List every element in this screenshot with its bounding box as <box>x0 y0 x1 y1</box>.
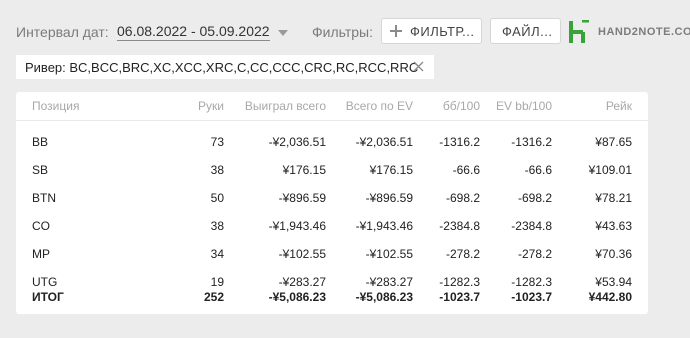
cell-won: -¥283.27 <box>278 275 326 289</box>
column-header-hands[interactable]: Руки <box>156 92 224 121</box>
cell-ev-bb100: -1282.3 <box>511 275 552 289</box>
cell-hands: 38 <box>210 163 224 177</box>
column-header-ev[interactable]: Всего по EV <box>326 92 413 121</box>
cell-position: BB <box>32 135 49 149</box>
river-filter-label: Ривер: BC,BCC,BRC,XC,XCC,XRC,C,CC,CCC,CR… <box>25 59 419 75</box>
hand2note-logo: HAND2NOTE.COM <box>569 20 690 44</box>
cell-won: -¥102.55 <box>278 247 326 261</box>
column-header-won[interactable]: Выиграл всего <box>224 92 326 121</box>
cell-rake: ¥53.94 <box>595 275 632 289</box>
cell-ev-bb100: -698.2 <box>517 191 552 205</box>
cell-rake: ¥78.21 <box>595 191 632 205</box>
cell-ev-bb100: -2384.8 <box>511 219 552 233</box>
total-row: ИТОГ 252 -¥5,086.23 -¥5,086.23 -1023.7 -… <box>16 289 648 304</box>
river-filter-chip: Ривер: BC,BCC,BRC,XC,XCC,XRC,C,CC,CCC,CR… <box>16 55 434 79</box>
hand2note-report-page: Интервал дат: 06.08.2022 - 05.09.2022 Фи… <box>0 0 690 338</box>
cell-won: -¥1,943.46 <box>268 219 326 233</box>
filters-label: Фильтры: <box>312 24 373 40</box>
cell-bb100: -698.2 <box>445 191 480 205</box>
cell-ev: -¥1,943.46 <box>355 219 413 233</box>
cell-ev: -¥102.55 <box>365 247 413 261</box>
filter-button[interactable]: ФИЛЬТР... <box>381 18 482 44</box>
chevron-down-icon[interactable] <box>278 30 288 36</box>
column-header-position[interactable]: Позиция <box>16 92 156 121</box>
hand2note-logo-icon <box>569 20 589 43</box>
position-stats-table: Позиция Руки Выиграл всего Всего по EV б… <box>16 92 648 304</box>
cell-hands: 50 <box>210 191 224 205</box>
cell-bb100: -2384.8 <box>439 219 480 233</box>
cell-bb100: -66.6 <box>452 163 480 177</box>
cell-ev: -¥2,036.51 <box>355 135 413 149</box>
cell-rake: ¥70.36 <box>595 247 632 261</box>
cell-position: CO <box>32 219 50 233</box>
table-row[interactable]: BB 73 -¥2,036.51 -¥2,036.51 -1316.2 -131… <box>16 121 648 149</box>
column-header-ev-bb100[interactable]: EV bb/100 <box>480 92 558 121</box>
total-ev-bb100: -1023.7 <box>511 290 552 304</box>
cell-position: SB <box>32 163 49 177</box>
cell-ev: ¥176.15 <box>369 163 413 177</box>
cell-position: MP <box>32 247 50 261</box>
table-header-row: Позиция Руки Выиграл всего Всего по EV б… <box>16 92 648 121</box>
cell-ev-bb100: -66.6 <box>524 163 552 177</box>
table-row[interactable]: SB 38 ¥176.15 ¥176.15 -66.6 -66.6 ¥109.0… <box>16 149 648 177</box>
date-interval-label: Интервал дат: <box>16 24 109 40</box>
table-row[interactable]: BTN 50 -¥896.59 -¥896.59 -698.2 -698.2 ¥… <box>16 177 648 205</box>
column-header-bb100[interactable]: бб/100 <box>413 92 480 121</box>
cell-bb100: -1316.2 <box>439 135 480 149</box>
cell-won: ¥176.15 <box>282 163 326 177</box>
cell-hands: 38 <box>210 219 224 233</box>
column-header-rake[interactable]: Рейк <box>558 92 648 121</box>
cell-ev-bb100: -1316.2 <box>511 135 552 149</box>
logo-text: HAND2NOTE.COM <box>598 26 690 38</box>
total-position: ИТОГ <box>32 290 64 304</box>
cell-bb100: -1282.3 <box>439 275 480 289</box>
cell-won: -¥896.59 <box>278 191 326 205</box>
table-row[interactable]: CO 38 -¥1,943.46 -¥1,943.46 -2384.8 -238… <box>16 205 648 233</box>
total-won: -¥5,086.23 <box>268 290 326 304</box>
cell-rake: ¥43.63 <box>595 219 632 233</box>
cell-ev-bb100: -278.2 <box>517 247 552 261</box>
cell-rake: ¥87.65 <box>595 135 632 149</box>
filter-button-label: ФИЛЬТР... <box>410 23 475 39</box>
cell-won: -¥2,036.51 <box>268 135 326 149</box>
cell-rake: ¥109.01 <box>588 163 632 177</box>
date-range-selector[interactable]: 06.08.2022 - 05.09.2022 <box>117 23 270 41</box>
close-icon[interactable] <box>413 61 424 72</box>
file-button[interactable]: ФАЙЛ... <box>490 18 561 44</box>
plus-icon <box>390 25 402 37</box>
cell-position: UTG <box>32 275 58 289</box>
total-rake: ¥442.80 <box>588 290 632 304</box>
cell-ev: -¥283.27 <box>365 275 413 289</box>
file-button-label: ФАЙЛ... <box>502 23 553 39</box>
cell-bb100: -278.2 <box>445 247 480 261</box>
table-row[interactable]: UTG 19 -¥283.27 -¥283.27 -1282.3 -1282.3… <box>16 261 648 289</box>
table-row[interactable]: MP 34 -¥102.55 -¥102.55 -278.2 -278.2 ¥7… <box>16 233 648 261</box>
cell-hands: 34 <box>210 247 224 261</box>
position-stats-card: Позиция Руки Выиграл всего Всего по EV б… <box>16 92 648 314</box>
cell-hands: 73 <box>210 135 224 149</box>
cell-hands: 19 <box>210 275 224 289</box>
total-hands: 252 <box>203 290 224 304</box>
cell-position: BTN <box>32 191 56 205</box>
total-bb100: -1023.7 <box>439 290 480 304</box>
cell-ev: -¥896.59 <box>365 191 413 205</box>
total-ev: -¥5,086.23 <box>355 290 413 304</box>
